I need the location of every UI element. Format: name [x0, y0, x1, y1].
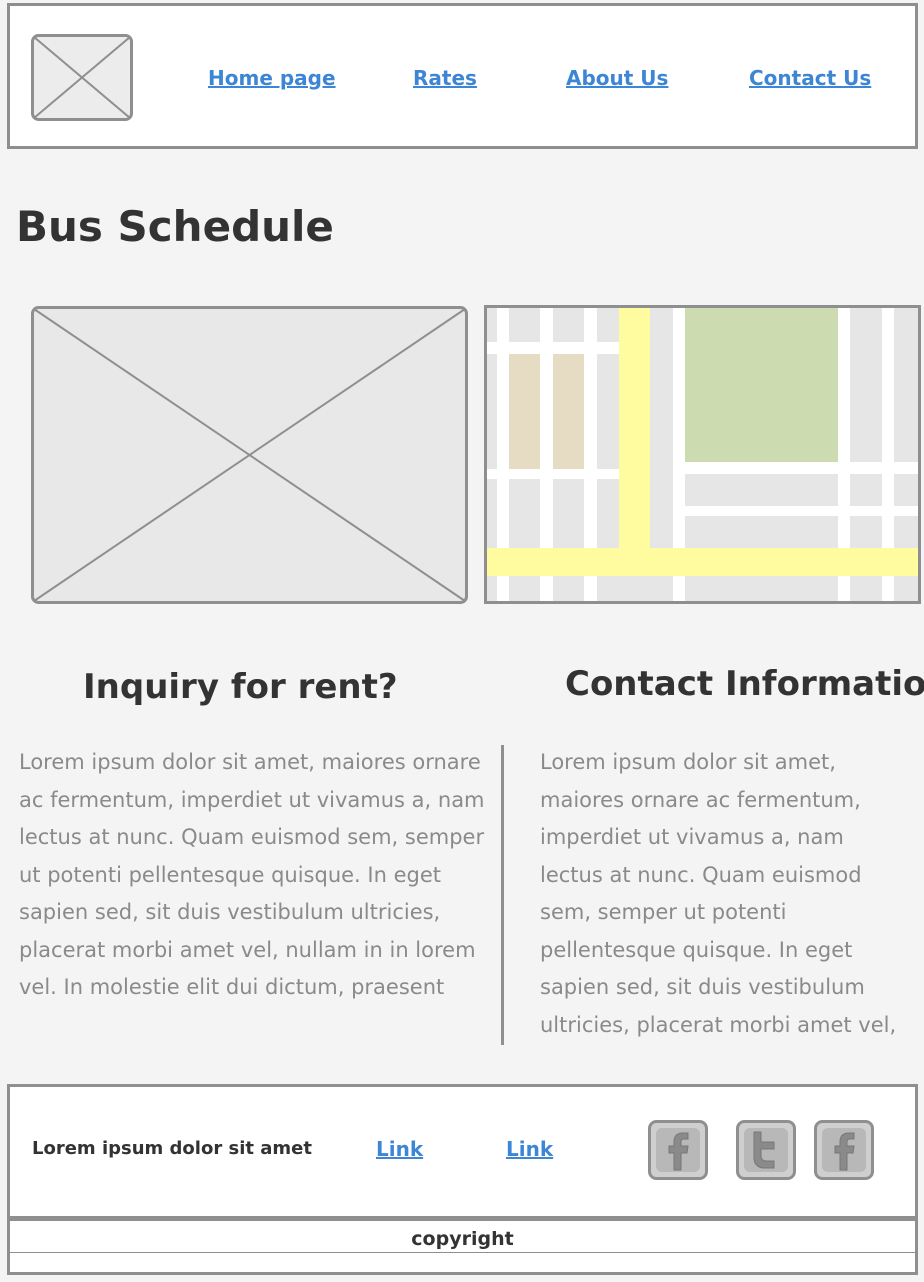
copyright-text: copyright	[411, 1228, 514, 1250]
hero-image-placeholder-icon	[31, 306, 468, 604]
facebook-icon[interactable]	[814, 1120, 874, 1180]
page-title: Bus Schedule	[16, 202, 334, 251]
footer-link-1[interactable]: Link	[376, 1137, 423, 1161]
column-divider	[501, 745, 504, 1045]
contact-information-body-text: Lorem ipsum dolor sit amet, maiores orna…	[540, 750, 897, 1037]
inquiry-body-text: Lorem ipsum dolor sit amet, maiores orna…	[19, 750, 485, 999]
logo-image-placeholder-icon[interactable]	[31, 34, 133, 121]
map-view[interactable]	[484, 305, 921, 604]
map-icon	[487, 308, 918, 601]
contact-information-heading: Contact Information	[565, 664, 924, 704]
nav-link-about-us[interactable]: About Us	[566, 66, 668, 90]
nav-link-home[interactable]: Home page	[208, 66, 336, 90]
inquiry-heading: Inquiry for rent?	[83, 667, 398, 707]
facebook-icon[interactable]	[648, 1120, 708, 1180]
nav-link-contact-us[interactable]: Contact Us	[749, 66, 871, 90]
footer-link-2[interactable]: Link	[506, 1137, 553, 1161]
twitter-icon[interactable]	[736, 1120, 796, 1180]
bottom-bar	[7, 1253, 918, 1275]
footer-text: Lorem ipsum dolor sit amet	[32, 1138, 312, 1159]
nav-link-rates[interactable]: Rates	[413, 66, 477, 90]
